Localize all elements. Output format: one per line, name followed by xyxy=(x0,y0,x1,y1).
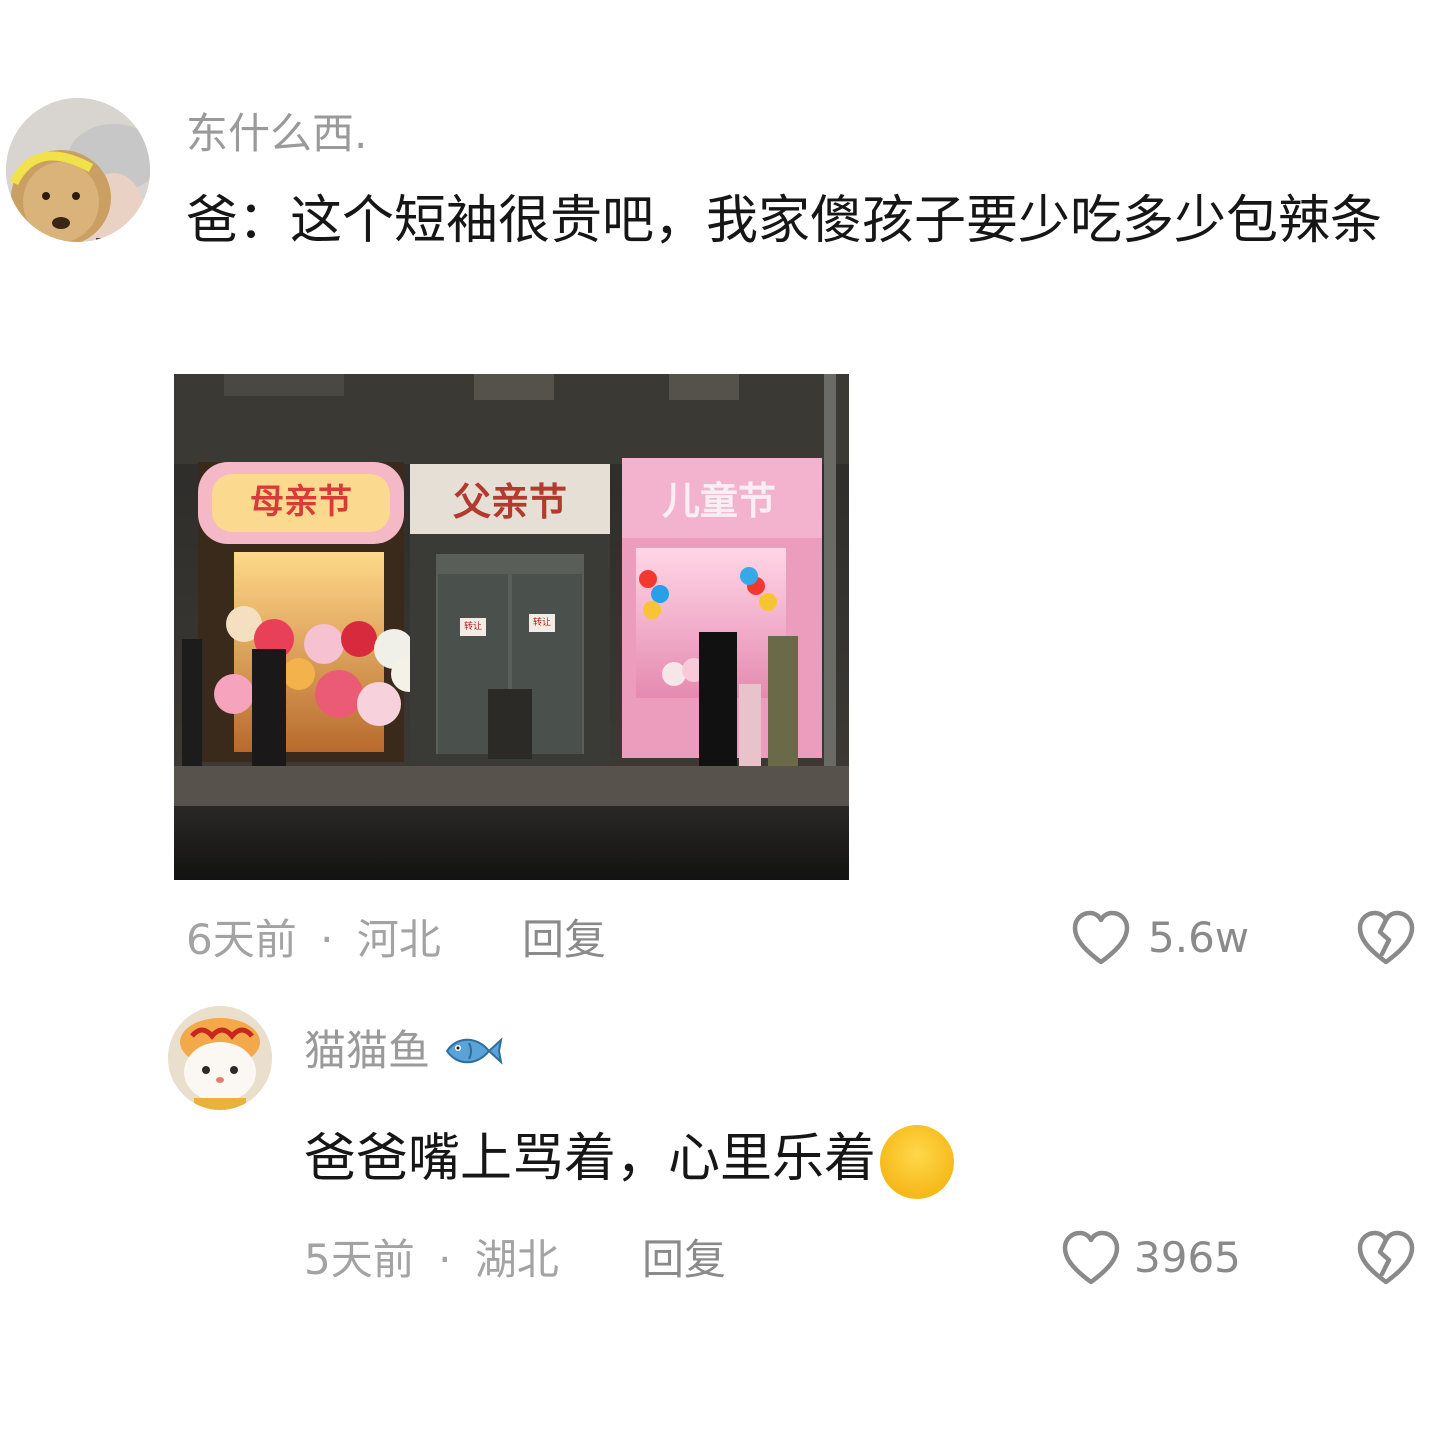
comment-meta: 6天前 · 河北 xyxy=(186,910,441,970)
tears-of-joy-emoji: 😂 xyxy=(880,1125,955,1199)
username[interactable]: 猫猫鱼 xyxy=(304,1020,430,1082)
avatar[interactable] xyxy=(6,98,150,242)
comment-location: 湖北 xyxy=(474,1235,559,1284)
sign-childrens-day: 儿童节 xyxy=(661,478,776,523)
sign-fathers-day: 父亲节 xyxy=(452,479,567,524)
dislike-button[interactable] xyxy=(1355,1228,1417,1290)
transfer-notice-left: 转让 xyxy=(463,622,482,632)
meta-separator: · xyxy=(320,915,334,964)
like-count: 3965 xyxy=(1134,1233,1241,1282)
reply-button[interactable]: 回复 xyxy=(522,910,606,970)
comment-location: 河北 xyxy=(356,915,441,964)
broken-heart-icon xyxy=(1357,910,1415,965)
reply-button[interactable]: 回复 xyxy=(642,1230,726,1290)
username-row: 猫猫鱼 xyxy=(304,1020,503,1082)
avatar-cat-plush xyxy=(168,1006,272,1110)
comment-text-content: 爸爸嘴上骂着，心里乐着 xyxy=(304,1129,877,1189)
attached-image[interactable]: 母亲节 父亲节 儿童节 转让 转让 xyxy=(174,374,849,880)
comment-2: 猫猫鱼 爸爸嘴上骂着，心里乐着😂 5天前 · 湖北 回复 3965 xyxy=(0,990,1440,1320)
transfer-notice-right: 转让 xyxy=(532,618,551,628)
comment-text: 爸：这个短袖很贵吧，我家傻孩子要少吃多少包辣条 xyxy=(186,191,1383,251)
heart-outline-icon xyxy=(1072,910,1130,965)
meta-separator: · xyxy=(438,1235,452,1284)
comment-time: 6天前 xyxy=(186,915,297,964)
sign-mothers-day: 母亲节 xyxy=(250,482,352,522)
storefront-photo xyxy=(174,374,849,880)
dislike-button[interactable] xyxy=(1355,908,1417,970)
username[interactable]: 东什么西. xyxy=(186,104,367,164)
fish-badge-icon xyxy=(445,1037,503,1065)
avatar-photo xyxy=(6,98,150,242)
broken-heart-icon xyxy=(1357,1230,1415,1285)
heart-outline-icon xyxy=(1062,1230,1120,1285)
avatar[interactable] xyxy=(168,1006,272,1110)
like-button[interactable] xyxy=(1060,1228,1122,1290)
like-count: 5.6w xyxy=(1148,913,1250,962)
comment-1: 东什么西. 爸：这个短袖很贵吧，我家傻孩子要少吃多少包辣条 母亲节 父亲节 儿童… xyxy=(0,0,1440,990)
comment-time: 5天前 xyxy=(304,1235,415,1284)
like-button[interactable] xyxy=(1070,908,1132,970)
comment-text: 爸爸嘴上骂着，心里乐着😂 xyxy=(304,1112,1304,1206)
comment-meta: 5天前 · 湖北 xyxy=(304,1230,559,1290)
